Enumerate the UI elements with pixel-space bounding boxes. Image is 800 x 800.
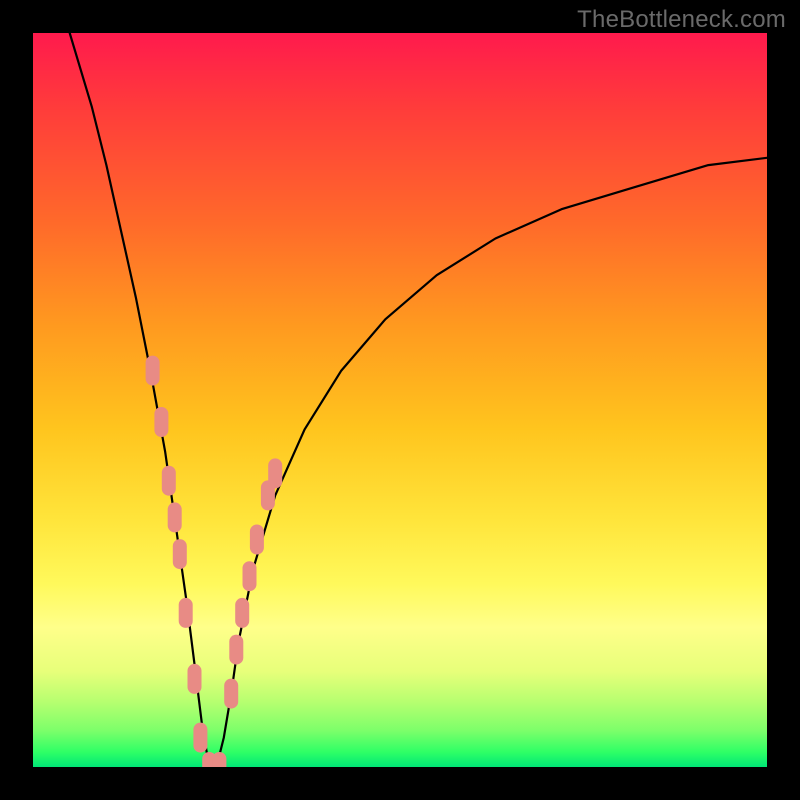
curve-marker: [193, 723, 207, 753]
curve-marker: [168, 502, 182, 532]
curve-marker: [250, 525, 264, 555]
curve-marker: [212, 752, 226, 767]
curve-marker: [229, 635, 243, 665]
curve-marker: [173, 539, 187, 569]
curve-marker: [162, 466, 176, 496]
curve-marker: [235, 598, 249, 628]
chart-svg: [33, 33, 767, 767]
curve-marker: [179, 598, 193, 628]
chart-frame: TheBottleneck.com: [0, 0, 800, 800]
curve-marker: [154, 407, 168, 437]
watermark-text: TheBottleneck.com: [577, 6, 786, 34]
marker-group: [146, 356, 283, 767]
curve-marker: [224, 679, 238, 709]
curve-marker: [268, 458, 282, 488]
curve-marker: [146, 356, 160, 386]
curve-line: [70, 33, 767, 767]
curve-marker: [188, 664, 202, 694]
plot-area: [33, 33, 767, 767]
curve-marker: [243, 561, 257, 591]
